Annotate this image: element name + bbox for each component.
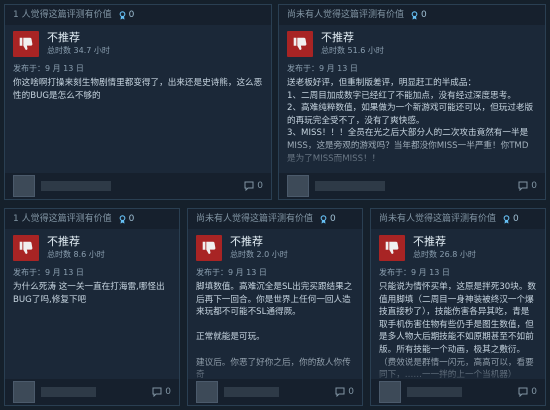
award-icon: [320, 214, 327, 224]
comment-button[interactable]: 0: [244, 181, 263, 191]
award-icon: [411, 10, 418, 20]
helpful-text: 尚未有人觉得这篇评测有价值: [287, 10, 405, 20]
helpful-text: 1 人觉得这篇评测有价值: [13, 10, 112, 20]
avatar[interactable]: [287, 175, 309, 197]
helpful-count: 1 人觉得这篇评测有价值 0: [5, 209, 179, 229]
posted-date: 发布于：9 月 13 日: [196, 268, 267, 277]
avatar[interactable]: [13, 381, 35, 403]
review-text[interactable]: 你这啥啊打操来刻生物剧情里都变得了，出来还是史诗熊，这么恶性的BUG是怎么不够的: [5, 75, 271, 104]
helpful-count: 1 人觉得这篇评测有价值 0: [5, 5, 271, 25]
review-card: 尚未有人觉得这篇评测有价值 0 不推荐 总时数 2.0 小时 发布于：9 月 1…: [187, 208, 363, 406]
helpful-count: 尚未有人觉得这篇评测有价值 0: [371, 209, 545, 229]
helpful-text: 尚未有人觉得这篇评测有价值: [379, 214, 497, 224]
thumbs-down-icon: [13, 235, 39, 261]
comment-icon: [152, 387, 162, 397]
comment-icon: [518, 387, 528, 397]
award-button[interactable]: 0: [502, 209, 519, 229]
comment-icon: [244, 181, 254, 191]
award-button[interactable]: 0: [319, 209, 336, 229]
review-verdict[interactable]: 不推荐: [321, 31, 384, 45]
comment-button[interactable]: 0: [335, 387, 354, 397]
playtime: 总时数 26.8 小时: [413, 250, 476, 259]
username[interactable]: [315, 181, 385, 191]
award-button[interactable]: 0: [118, 5, 134, 25]
username[interactable]: [41, 181, 111, 191]
review-footer: 0: [5, 173, 271, 199]
posted-date: 发布于：9 月 13 日: [287, 64, 358, 73]
review-card: 尚未有人觉得这篇评测有价值 0 不推荐 总时数 51.6 小时 发布于：9 月 …: [278, 4, 546, 200]
playtime: 总时数 34.7 小时: [47, 46, 110, 55]
playtime: 总时数 8.6 小时: [47, 250, 105, 259]
helpful-text: 尚未有人觉得这篇评测有价值: [196, 214, 314, 224]
comment-button[interactable]: 0: [518, 181, 537, 191]
comment-icon: [335, 387, 345, 397]
award-button[interactable]: 0: [410, 5, 427, 25]
review-footer: 0: [5, 379, 179, 405]
review-footer: 0: [188, 379, 362, 405]
avatar[interactable]: [13, 175, 35, 197]
thumbs-down-icon: [13, 31, 39, 57]
review-footer: 0: [279, 173, 545, 199]
award-icon: [503, 214, 510, 224]
posted-date: 发布于：9 月 13 日: [379, 268, 450, 277]
review-verdict[interactable]: 不推荐: [413, 235, 476, 249]
helpful-text: 1 人觉得这篇评测有价值: [13, 214, 112, 224]
comment-button[interactable]: 0: [152, 387, 171, 397]
helpful-count: 尚未有人觉得这篇评测有价值 0: [279, 5, 545, 25]
text-fade: [279, 135, 545, 175]
thumbs-down-icon: [196, 235, 222, 261]
review-verdict[interactable]: 不推荐: [230, 235, 288, 249]
posted-date: 发布于：9 月 13 日: [13, 268, 84, 277]
helpful-count: 尚未有人觉得这篇评测有价值 0: [188, 209, 362, 229]
avatar[interactable]: [379, 381, 401, 403]
review-text[interactable]: 为什么死涛 这一关一直在打海雷,哪怪出BUG了吗,修复下吧: [5, 279, 179, 308]
review-card: 1 人觉得这篇评测有价值 0 不推荐 总时数 34.7 小时 发布于：9 月 1…: [4, 4, 272, 200]
review-verdict[interactable]: 不推荐: [47, 235, 105, 249]
comment-icon: [518, 181, 528, 191]
comment-button[interactable]: 0: [518, 387, 537, 397]
review-verdict[interactable]: 不推荐: [47, 31, 110, 45]
review-card: 1 人觉得这篇评测有价值 0 不推荐 总时数 8.6 小时 发布于：9 月 13…: [4, 208, 180, 406]
review-footer: 0: [371, 379, 545, 405]
username[interactable]: [41, 387, 96, 397]
posted-date: 发布于：9 月 13 日: [13, 64, 84, 73]
playtime: 总时数 51.6 小时: [321, 46, 384, 55]
username[interactable]: [224, 387, 279, 397]
avatar[interactable]: [196, 381, 218, 403]
username[interactable]: [407, 387, 462, 397]
review-card: 尚未有人觉得这篇评测有价值 0 不推荐 总时数 26.8 小时 发布于：9 月 …: [370, 208, 546, 406]
award-button[interactable]: 0: [118, 209, 134, 229]
playtime: 总时数 2.0 小时: [230, 250, 288, 259]
award-icon: [119, 214, 125, 224]
award-icon: [119, 10, 125, 20]
thumbs-down-icon: [379, 235, 405, 261]
thumbs-down-icon: [287, 31, 313, 57]
